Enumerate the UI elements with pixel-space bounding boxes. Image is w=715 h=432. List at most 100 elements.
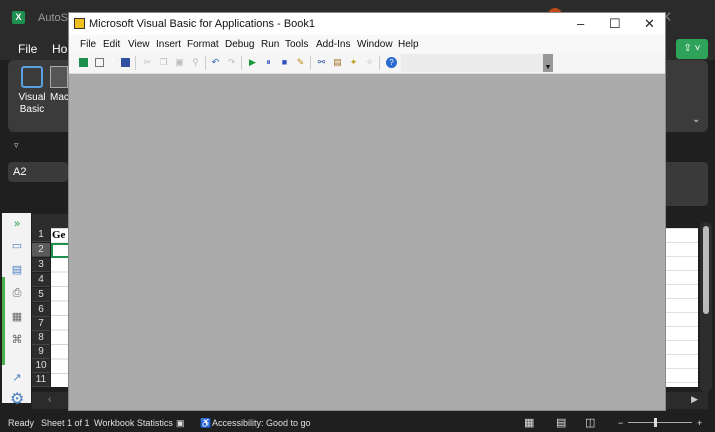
visual-basic-icon (21, 66, 43, 88)
toolbar-icon[interactable]: ▭ (10, 241, 24, 252)
accessibility-status[interactable]: Accessibility: Good to go (212, 418, 311, 428)
menu-view[interactable]: View (128, 39, 150, 50)
row-header[interactable]: 3 (32, 258, 50, 272)
page-break-icon[interactable]: ◫ (585, 416, 595, 429)
menu-format[interactable]: Format (187, 39, 219, 50)
run-icon[interactable]: ▶ (248, 58, 257, 67)
project-explorer-icon[interactable]: ⚯ (317, 58, 326, 67)
properties-window-icon[interactable]: ▤ (333, 58, 342, 67)
normal-view-icon[interactable]: ▦ (524, 416, 534, 429)
paste-icon[interactable]: ▣ (175, 58, 184, 67)
toolbar-separator (241, 56, 242, 70)
zoom-out-icon[interactable]: − (618, 418, 623, 428)
zoom-slider[interactable] (628, 422, 692, 423)
menu-window[interactable]: Window (357, 39, 393, 50)
view-excel-icon[interactable] (79, 58, 88, 67)
row-header[interactable]: 6 (32, 303, 50, 317)
row-header[interactable]: 8 (32, 331, 50, 345)
page-layout-icon[interactable]: ▤ (556, 416, 566, 429)
row-header[interactable]: 2 (32, 243, 50, 257)
cell-a1[interactable]: Ge (52, 229, 65, 241)
design-mode-icon[interactable]: ✎ (296, 58, 305, 67)
toolbar-separator (135, 56, 136, 70)
tab-file[interactable]: File (18, 42, 37, 56)
row-header[interactable]: 11 (32, 373, 50, 387)
toolbox-icon[interactable]: ✧ (365, 58, 374, 67)
vba-menu-bar: File Edit View Insert Format Debug Run T… (69, 35, 665, 53)
row-header[interactable]: 7 (32, 317, 50, 331)
vba-client-area[interactable] (69, 74, 665, 410)
row-header[interactable]: 4 (32, 273, 50, 287)
name-box[interactable]: A2 (8, 162, 68, 182)
visual-basic-label: Visual Basic (18, 92, 46, 115)
binoculars-icon[interactable]: ⌘ (10, 335, 24, 346)
accessibility-icon: ♿ (200, 418, 212, 428)
menu-add-ins[interactable]: Add-Ins (316, 39, 350, 50)
help-icon[interactable]: ? (386, 57, 397, 68)
macros-label: Mac (50, 92, 69, 103)
position-combo[interactable] (401, 54, 553, 72)
visual-basic-button[interactable]: Visual Basic (18, 66, 46, 116)
redo-icon[interactable]: ↷ (227, 58, 236, 67)
grid-cells[interactable] (666, 228, 698, 387)
macros-icon (50, 66, 68, 88)
scroll-right-icon[interactable]: ▶ (691, 394, 698, 405)
row-header[interactable]: 5 (32, 288, 50, 302)
open-external-icon[interactable]: ↗ (10, 373, 24, 384)
menu-file[interactable]: File (80, 39, 96, 50)
zoom-slider-thumb[interactable] (654, 418, 657, 427)
menu-insert[interactable]: Insert (156, 39, 181, 50)
select-all-corner[interactable] (32, 214, 68, 228)
active-cell-a2[interactable] (51, 243, 69, 258)
macro-record-icon[interactable]: ▣ (176, 418, 185, 429)
excel-logo-icon: X (12, 11, 25, 24)
menu-run[interactable]: Run (261, 39, 279, 50)
status-bar: Ready Sheet 1 of 1 Workbook Statistics ▣… (0, 413, 715, 432)
vba-title-bar[interactable]: Microsoft Visual Basic for Applications … (69, 13, 665, 35)
table-icon[interactable]: ▦ (10, 312, 24, 323)
find-icon[interactable]: ⚲ (191, 58, 200, 67)
vba-app-icon (74, 18, 85, 29)
row-header[interactable]: 10 (32, 359, 50, 373)
toolbar-options-icon[interactable]: ▼ (543, 54, 553, 72)
vba-standard-toolbar: ▼ ✂ ❐ ▣ ⚲ ↶ ↷ ▶ ⏸ ■ ✎ ⚯ ▤ ✦ ✧ ? ▼ (69, 53, 665, 74)
share-button[interactable]: ⇪ ˅ (676, 39, 708, 59)
scroll-left-icon[interactable]: ‹ (48, 394, 51, 405)
macros-button[interactable]: Mac (50, 66, 69, 103)
ribbon-expand-chevron-icon[interactable]: ⌄ (692, 114, 700, 125)
vba-window-title: Microsoft Visual Basic for Applications … (89, 18, 316, 30)
quick-access-chevron-icon[interactable]: ▿ (14, 140, 19, 151)
workbook-statistics[interactable]: Workbook Statistics (94, 418, 173, 428)
toolbar-separator (379, 56, 380, 70)
printer-icon[interactable]: ⎙ (10, 288, 24, 299)
menu-debug[interactable]: Debug (225, 39, 254, 50)
vertical-scroll-thumb[interactable] (703, 226, 709, 314)
settings-gear-icon[interactable]: ⚙ (10, 392, 24, 408)
maximize-icon[interactable]: ☐ (609, 13, 621, 35)
insert-userform-icon[interactable] (95, 58, 104, 67)
toolbar-separator (205, 56, 206, 70)
toolbar-separator (310, 56, 311, 70)
undo-icon[interactable]: ↶ (211, 58, 220, 67)
object-browser-icon[interactable]: ✦ (349, 58, 358, 67)
zoom-in-icon[interactable]: + (697, 418, 702, 428)
row-header[interactable]: 9 (32, 345, 50, 359)
sidebar-accent (2, 277, 5, 365)
card-icon[interactable]: ▤ (10, 265, 24, 276)
row-header[interactable]: 1 (32, 228, 50, 242)
minimize-icon[interactable]: – (577, 13, 584, 35)
close-icon[interactable]: ✕ (644, 13, 655, 35)
expand-icon[interactable]: » (10, 219, 24, 230)
insert-dropdown-icon[interactable]: ▼ (108, 58, 117, 67)
status-sheet: Sheet 1 of 1 (41, 418, 90, 428)
save-icon[interactable] (121, 58, 130, 67)
copy-icon[interactable]: ❐ (159, 58, 168, 67)
cut-icon[interactable]: ✂ (143, 58, 152, 67)
break-icon[interactable]: ⏸ (264, 58, 273, 67)
menu-help[interactable]: Help (398, 39, 419, 50)
menu-tools[interactable]: Tools (285, 39, 308, 50)
add-in-sidebar: » ▭ ▤ ⎙ ▦ ⌘ ↗ ⚙ (2, 213, 31, 408)
vba-editor-window: Microsoft Visual Basic for Applications … (68, 12, 666, 411)
reset-icon[interactable]: ■ (280, 58, 289, 67)
menu-edit[interactable]: Edit (103, 39, 120, 50)
